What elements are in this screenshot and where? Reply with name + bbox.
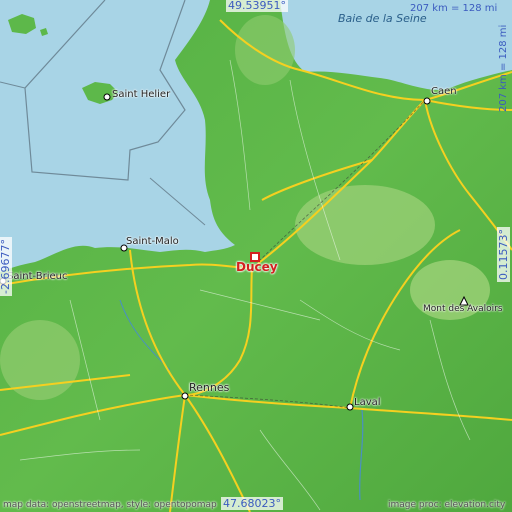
attribution-left: map data: openstreetmap, style: opentopo… [3,500,217,510]
city-label-rennes: Rennes [189,381,230,394]
bottom-coordinate: 47.68023° [221,497,283,510]
elevation-map[interactable]: 49.53951° 207 km = 128 mi Baie de la Sei… [0,0,512,512]
right-coordinate: 0.11573° [497,227,510,282]
right-scale-label: 207 km = 128 mi [498,24,509,112]
attribution-right: image proc: elevation.city [388,500,506,510]
city-label-laval: Laval [354,397,381,408]
city-label-saint-helier: Saint Helier [112,89,171,100]
map-canvas [0,0,512,512]
highland-normandie [295,185,435,265]
highland-cotentin [235,15,295,85]
sea-label: Baie de la Seine [338,12,427,25]
place-name-label: Ducey [236,260,278,274]
city-label-saint-brieuc: Saint-Brieuc [7,271,68,282]
peak-label-mont-des-avaloirs: Mont des Avaloirs [423,304,503,314]
city-label-saint-malo: Saint-Malo [126,236,179,247]
left-coordinate: -2.69677° [0,237,12,296]
top-coordinate: 49.53951° [226,0,288,12]
city-label-caen: Caen [431,86,457,97]
